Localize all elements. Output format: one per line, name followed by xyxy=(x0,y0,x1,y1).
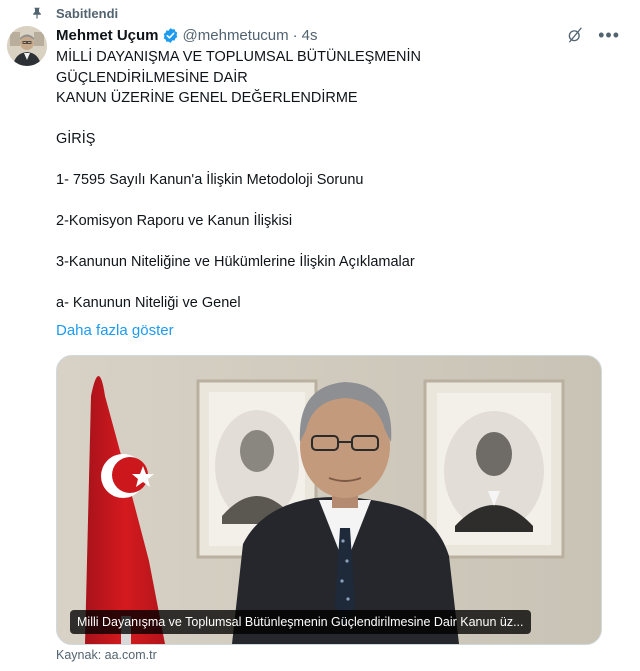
tweet-text: MİLLİ DAYANIŞMA VE TOPLUMSAL BÜTÜNLEŞMEN… xyxy=(56,47,616,314)
tweet-line: 1- 7595 Sayılı Kanun'a İlişkin Metodoloj… xyxy=(56,172,364,188)
meta-separator: · xyxy=(292,26,298,44)
tweet-line: 2-Komisyon Raporu ve Kanun İlişkisi xyxy=(56,213,293,229)
tweet-timestamp[interactable]: 4s xyxy=(302,27,318,44)
pinned-indicator: Sabitlendi xyxy=(30,4,118,22)
tweet-line xyxy=(56,232,616,253)
verified-badge-icon xyxy=(163,27,177,43)
tweet-line xyxy=(56,150,616,171)
tweet-line: 3-Kanunun Niteliğine ve Hükümlerine İliş… xyxy=(56,254,415,270)
link-source[interactable]: Kaynak: aa.com.tr xyxy=(56,648,157,662)
author-handle[interactable]: @mehmetucum xyxy=(183,27,289,44)
link-source-domain[interactable]: aa.com.tr xyxy=(105,648,157,662)
tweet-line: a- Kanunun Niteliği ve Genel xyxy=(56,295,241,311)
pinned-label: Sabitlendi xyxy=(56,5,119,21)
more-icon[interactable]: ••• xyxy=(598,26,620,44)
tweet-top-actions: ••• xyxy=(566,24,620,46)
tweet-line xyxy=(56,273,616,294)
grok-icon[interactable] xyxy=(566,26,584,44)
tweet-line xyxy=(56,191,616,212)
tweet-line: MİLLİ DAYANIŞMA VE TOPLUMSAL BÜTÜNLEŞMEN… xyxy=(56,49,422,65)
wall-frame-right xyxy=(423,379,565,559)
tweet-header: Mehmet Uçum @mehmetucum · 4s xyxy=(56,24,317,46)
link-source-label: Kaynak: xyxy=(56,648,102,662)
avatar-image xyxy=(7,26,47,66)
link-card-media[interactable]: Milli Dayanışma ve Toplumsal Bütünleşmen… xyxy=(56,355,602,645)
media-caption: Milli Dayanışma ve Toplumsal Bütünleşmen… xyxy=(70,610,531,634)
tweet-line: GİRİŞ xyxy=(56,131,96,147)
author-name[interactable]: Mehmet Uçum xyxy=(56,27,159,44)
show-more-link[interactable]: Daha fazla göster xyxy=(56,322,174,339)
tweet-line xyxy=(56,109,616,130)
tweet-line: GÜÇLENDİRİLMESİNE DAİR xyxy=(56,69,248,86)
media-photo xyxy=(57,356,601,644)
pin-icon xyxy=(33,7,41,19)
author-avatar[interactable] xyxy=(7,26,47,66)
tweet-line: KANUN ÜZERİNE GENEL DEĞERLENDİRME xyxy=(56,90,358,106)
